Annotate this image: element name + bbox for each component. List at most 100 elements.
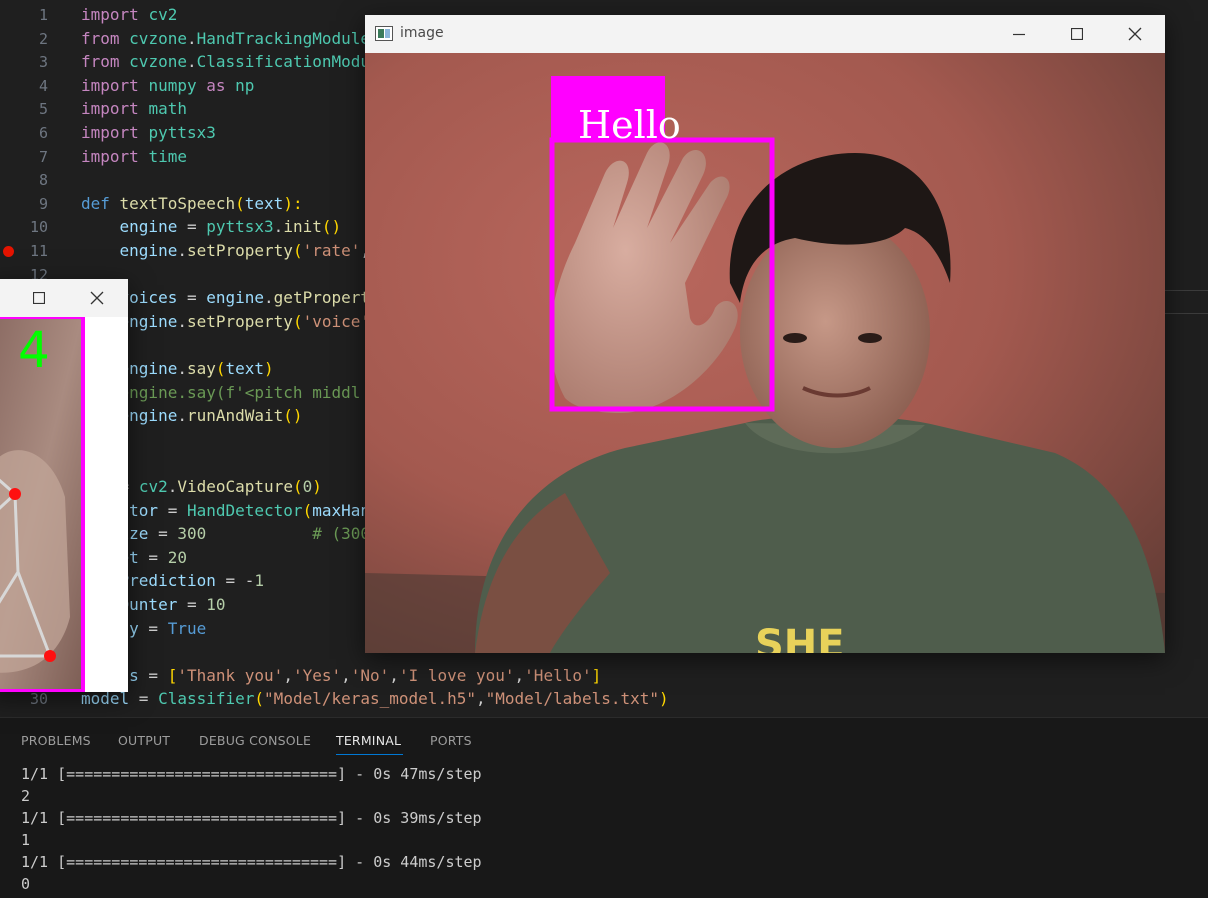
code-token: ): [659, 689, 669, 709]
code-text: from cvzone.HandTrackingModule: [81, 27, 370, 51]
code-token: =: [138, 547, 168, 567]
line-number: 11: [29, 242, 48, 260]
terminal-line: 1/1 [==============================] - 0…: [21, 809, 482, 827]
window-title: image: [400, 25, 444, 41]
line-number: 1: [38, 6, 48, 24]
code-token: (: [292, 311, 303, 331]
crop-canvas: 4: [0, 317, 128, 692]
code-token: text: [244, 193, 284, 213]
line-number: 10: [29, 218, 48, 237]
code-token: =: [177, 288, 207, 308]
maximize-button[interactable]: [10, 279, 68, 317]
line-number: 2: [38, 29, 48, 48]
code-token: ,: [514, 665, 525, 685]
active-tab-indicator: [336, 754, 403, 755]
code-token: cvzone: [129, 28, 187, 48]
code-token: cv2: [138, 477, 168, 496]
line-number: 3: [38, 53, 48, 72]
code-token: =: [177, 595, 207, 614]
code-token: HandTrackingModule: [196, 28, 370, 48]
code-token: 'rate': [302, 241, 361, 260]
prediction-label: Hello: [578, 103, 681, 147]
code-token: from: [81, 28, 120, 48]
webcam-frame: SHE: [365, 53, 1165, 653]
code-line[interactable]: 29labels = ['Thank you','Yes','No','I lo…: [0, 664, 1208, 688]
code-token: engine: [119, 359, 178, 378]
code-text: import numpy as np: [81, 74, 254, 98]
line-number: 5: [38, 100, 48, 119]
close-button[interactable]: [68, 279, 126, 317]
code-token: getPropert: [273, 288, 370, 308]
code-token: .: [167, 477, 178, 496]
crop-window[interactable]: 4: [0, 279, 128, 692]
code-token: (: [302, 500, 313, 520]
code-token: (: [292, 241, 303, 260]
code-text: import pyttsx3: [81, 121, 216, 145]
code-token: VideoCapture: [177, 477, 293, 496]
code-token: 'Yes': [292, 665, 342, 685]
line-number: 4: [38, 76, 48, 95]
crop-window-titlebar[interactable]: [0, 279, 128, 317]
terminal-line: 1/1 [==============================] - 0…: [21, 853, 482, 871]
code-token: 'I love you': [398, 665, 515, 685]
tab-ports[interactable]: PORTS: [430, 733, 472, 748]
predicted-digit-label: 4: [18, 321, 50, 379]
image-window-titlebar[interactable]: image: [365, 15, 1165, 53]
code-token: import: [81, 123, 139, 142]
code-text: from cvzone.ClassificationModu: [81, 50, 370, 74]
terminal-line: 1/1 [==============================] - 0…: [21, 765, 482, 783]
code-token: .: [186, 52, 197, 72]
code-text: model = Classifier("Model/keras_model.h5…: [81, 687, 669, 711]
code-token: 1: [254, 571, 265, 591]
tab-terminal[interactable]: TERMINAL: [336, 733, 401, 748]
tab-debug-console[interactable]: DEBUG CONSOLE: [199, 733, 311, 748]
code-token: cvzone: [129, 52, 187, 72]
shirt-text: SHE: [755, 622, 845, 653]
code-text: import cv2: [81, 3, 177, 27]
code-token: (: [292, 477, 303, 496]
line-number: 6: [38, 124, 48, 142]
code-token: ,: [283, 665, 293, 685]
code-token: engine: [119, 406, 178, 426]
code-token: (: [215, 359, 226, 378]
code-token: .: [177, 311, 187, 331]
image-window[interactable]: image SHE Hello: [365, 15, 1165, 653]
code-token: np: [235, 75, 255, 95]
code-token: =: [158, 500, 187, 520]
maximize-button[interactable]: [1048, 15, 1106, 53]
code-token: 'Hello': [524, 665, 592, 685]
code-token: say: [186, 359, 216, 378]
tab-output[interactable]: OUTPUT: [118, 733, 170, 748]
code-token: (: [235, 193, 245, 213]
code-token: cv2: [148, 5, 178, 24]
code-token: (: [254, 689, 265, 709]
tab-problems[interactable]: PROBLEMS: [21, 733, 91, 748]
code-token: (): [283, 406, 303, 426]
code-text: engine.setProperty('rate',: [81, 239, 370, 263]
code-token: (): [321, 217, 342, 237]
code-token: .: [186, 28, 197, 48]
close-button[interactable]: [1106, 15, 1164, 53]
code-token: voices: [119, 288, 178, 308]
code-token: engine.say(f'<pitch middl: [119, 382, 361, 402]
minimize-button[interactable]: [990, 15, 1048, 53]
code-token: engine: [119, 217, 178, 237]
code-token: ):: [283, 193, 303, 213]
code-token: model: [81, 689, 130, 709]
code-token: ClassificationModu: [196, 52, 370, 72]
code-token: engine: [119, 241, 178, 260]
code-text: def textToSpeech(text):: [81, 192, 303, 216]
editor-scroll-rule: [1165, 290, 1208, 314]
code-token: ): [264, 359, 274, 378]
code-token: def: [81, 193, 110, 213]
code-line[interactable]: 30 model = Classifier("Model/keras_model.…: [0, 687, 1208, 711]
code-text: engine = pyttsx3.init(): [81, 215, 342, 239]
code-token: ,: [475, 689, 486, 709]
